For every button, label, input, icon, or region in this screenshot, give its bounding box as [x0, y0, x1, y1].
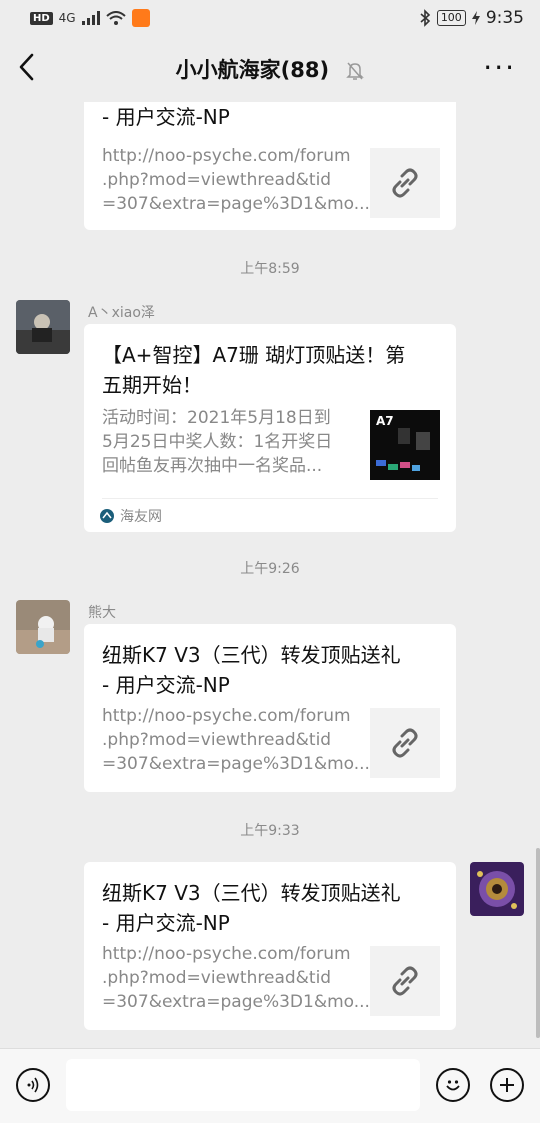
- bluetooth-icon: [420, 9, 430, 27]
- card-title: 纽斯K7 V3（三代）转发顶贴送礼 - 用户交流-NP: [102, 878, 448, 938]
- input-bar: [0, 1048, 540, 1123]
- signal-icon: [81, 11, 100, 25]
- card-desc: http://noo-psyche.com/forum .php?mod=vie…: [102, 942, 370, 1014]
- thumb-label: A7: [376, 414, 394, 428]
- card-desc: http://noo-psyche.com/forum .php?mod=vie…: [102, 704, 370, 776]
- status-left: HD 4G: [30, 9, 150, 27]
- chat-title: 小小航海家(88): [175, 58, 330, 82]
- card-title-line: 五期开始！: [102, 373, 202, 397]
- card-desc-line: =307&extra=page%3D1&mo...: [102, 194, 370, 214]
- emoji-button[interactable]: [436, 1068, 470, 1102]
- card-title: 【A+智控】A7珊 瑚灯顶贴送！第 五期开始！: [102, 340, 448, 400]
- sender-name: A丶xiao泽: [88, 305, 155, 321]
- message-timestamp: 上午9:26: [240, 561, 300, 577]
- card-desc-line: http://noo-psyche.com/forum: [102, 944, 351, 964]
- chat-title-wrap: 小小航海家(88): [0, 54, 540, 84]
- voice-icon: [27, 1077, 39, 1093]
- article-thumbnail: A7: [370, 410, 440, 480]
- link-card[interactable]: 纽斯K7 V3（三代）转发顶贴送礼 - 用户交流-NP http://noo-p…: [84, 862, 456, 1030]
- card-desc: http://noo-psyche.com/forum .php?mod=vie…: [102, 144, 370, 216]
- card-desc-line: .php?mod=viewthread&tid: [102, 730, 332, 750]
- card-desc-line: .php?mod=viewthread&tid: [102, 968, 332, 988]
- more-button[interactable]: ···: [483, 54, 516, 82]
- message-list[interactable]: - 用户交流-NP http://noo-psyche.com/forum .p…: [0, 102, 540, 1048]
- voice-button[interactable]: [16, 1068, 50, 1102]
- card-title: - 用户交流-NP: [102, 105, 230, 129]
- card-divider: [102, 498, 438, 499]
- article-card[interactable]: 【A+智控】A7珊 瑚灯顶贴送！第 五期开始！ 活动时间：2021年5月18日到…: [84, 324, 456, 532]
- scrollbar[interactable]: [536, 848, 540, 1038]
- link-thumbnail: [370, 708, 440, 778]
- card-title: 纽斯K7 V3（三代）转发顶贴送礼 - 用户交流-NP: [102, 640, 448, 700]
- network-label: 4G: [58, 11, 76, 25]
- avatar[interactable]: [16, 600, 70, 654]
- bell-mute-icon: [346, 62, 365, 80]
- source-icon: [100, 509, 114, 523]
- avatar[interactable]: [470, 862, 524, 916]
- sender-name: 熊大: [88, 605, 116, 621]
- card-desc-line: .php?mod=viewthread&tid: [102, 170, 332, 190]
- card-desc-line: http://noo-psyche.com/forum: [102, 706, 351, 726]
- clock: 9:35: [485, 8, 524, 28]
- link-icon: [392, 728, 418, 758]
- message-timestamp: 上午9:33: [240, 823, 300, 839]
- link-card[interactable]: - 用户交流-NP http://noo-psyche.com/forum .p…: [84, 102, 456, 230]
- card-title-line: - 用户交流-NP: [102, 911, 230, 935]
- card-desc-line: http://noo-psyche.com/forum: [102, 146, 351, 166]
- message-timestamp: 上午8:59: [240, 261, 300, 277]
- card-title-line: 纽斯K7 V3（三代）转发顶贴送礼: [102, 643, 401, 667]
- card-desc-line: 活动时间：2021年5月18日到: [102, 408, 331, 428]
- hd-badge: HD: [30, 11, 53, 25]
- card-desc-line: 5月25日中奖人数：1名开奖日: [102, 432, 333, 452]
- status-bar: HD 4G 100 9:35: [0, 0, 540, 36]
- link-icon: [392, 966, 418, 996]
- plus-icon: [500, 1078, 514, 1092]
- charging-icon: [471, 11, 480, 25]
- card-title-line: 纽斯K7 V3（三代）转发顶贴送礼: [102, 881, 401, 905]
- avatar[interactable]: [16, 300, 70, 354]
- card-desc-line: =307&extra=page%3D1&mo...: [102, 754, 370, 774]
- card-title-line: - 用户交流-NP: [102, 673, 230, 697]
- source-name: 海友网: [120, 509, 162, 525]
- status-right: 100 9:35: [419, 8, 524, 28]
- card-desc-line: 回帖鱼友再次抽中一名奖品...: [102, 456, 323, 476]
- chat-header: 小小航海家(88) ···: [0, 36, 540, 102]
- battery-icon: 100: [436, 10, 466, 26]
- link-card[interactable]: 纽斯K7 V3（三代）转发顶贴送礼 - 用户交流-NP http://noo-p…: [84, 624, 456, 792]
- message-input[interactable]: [66, 1059, 420, 1111]
- wifi-icon: [105, 11, 126, 25]
- card-title-line: 【A+智控】A7珊 瑚灯顶贴送！第: [102, 343, 406, 367]
- link-icon: [392, 168, 418, 198]
- card-desc-line: =307&extra=page%3D1&mo...: [102, 992, 370, 1012]
- link-thumbnail: [370, 148, 440, 218]
- emoji-icon: [446, 1080, 460, 1091]
- card-source: 海友网: [100, 506, 162, 526]
- app-notification-icon: [131, 9, 150, 27]
- card-desc: 活动时间：2021年5月18日到 5月25日中奖人数：1名开奖日 回帖鱼友再次抽…: [102, 406, 362, 478]
- link-thumbnail: [370, 946, 440, 1016]
- add-button[interactable]: [490, 1068, 524, 1102]
